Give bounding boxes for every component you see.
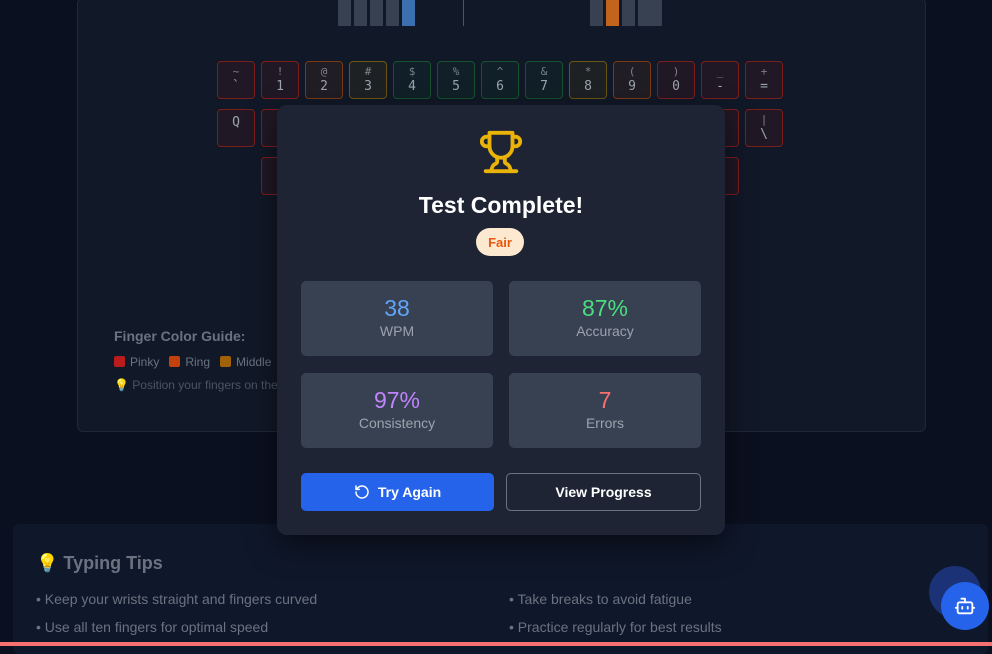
tip-item: • Keep your wrists straight and fingers … [36,591,318,607]
view-progress-label: View Progress [555,484,652,500]
stat-label: Errors [585,415,625,431]
stat-errors: 7 Errors [509,373,701,448]
key: $4 [393,61,431,99]
usage-bar [622,0,635,26]
stat-label: Accuracy [576,323,634,339]
robot-icon [954,597,976,615]
tip-item: • Take breaks to avoid fatigue [509,591,692,607]
stat-accuracy: 87% Accuracy [509,281,701,356]
trophy-icon [479,130,523,174]
try-again-label: Try Again [377,484,442,500]
stat-value: 87% [581,295,629,321]
usage-bar [638,0,662,26]
middle-swatch [220,356,232,367]
legend-item-middle: Middle [220,355,271,369]
refresh-icon [355,485,369,499]
modal-title: Test Complete! [418,192,584,218]
key: + = [745,61,783,99]
usage-bar [590,0,603,26]
tip-item: • Use all ten fingers for optimal speed [36,619,269,635]
try-again-button[interactable]: Try Again [301,473,494,511]
key: ~ ` [217,61,255,99]
usage-bar [354,0,367,26]
key-backslash: | \ [745,109,783,147]
stat-value: 7 [598,387,612,413]
usage-bar [370,0,383,26]
stat-label: Consistency [358,415,436,431]
stat-wpm: 38 WPM [301,281,493,356]
key: _ - [701,61,739,99]
key: * 8 [569,61,607,99]
usage-bar-active [386,0,399,26]
key: % 5 [437,61,475,99]
finger-guide-title: Finger Color Guide: [114,328,246,344]
results-modal: Test Complete! Fair 38 WPM 87% Accuracy … [277,105,725,535]
legend-item-ring: Ring [169,355,210,369]
finger-guide-tip: 💡 Position your fingers on the [114,378,278,392]
usage-bar [338,0,351,26]
bar-divider [463,0,464,26]
pinky-swatch [114,356,125,367]
assistant-button[interactable] [941,582,989,630]
tip-item: • Practice regularly for best results [509,619,722,635]
key: ! 1 [261,61,299,99]
key: ^ 6 [481,61,519,99]
ring-swatch [169,356,181,367]
stat-value: 38 [384,295,410,321]
usage-bar-active [402,0,415,26]
stat-value: 97% [373,387,421,413]
key: & 7 [525,61,563,99]
key: (9 [613,61,651,99]
view-progress-button[interactable]: View Progress [506,473,701,511]
key: @2 [305,61,343,99]
stat-consistency: 97% Consistency [301,373,493,448]
rating-badge: Fair [476,228,524,256]
key-q: Q [217,109,255,147]
legend-item-pinky: Pinky [114,355,159,369]
finger-guide-legend: Pinky Ring Middle [114,355,271,369]
key: ) 0 [657,61,695,99]
usage-bar-active [606,0,619,26]
key: #3 [349,61,387,99]
stat-label: WPM [379,323,415,339]
typing-tips-title: 💡 Typing Tips [36,553,163,573]
bottom-accent-line [0,642,992,646]
